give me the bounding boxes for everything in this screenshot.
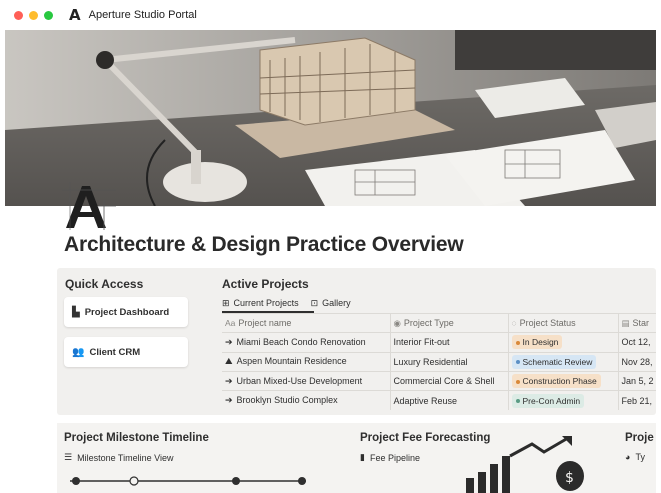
- list-icon: ☰: [64, 452, 73, 462]
- tab-current-projects[interactable]: ⊞ Current Projects: [222, 298, 299, 309]
- close-window-button[interactable]: [14, 10, 23, 20]
- table-row[interactable]: ⛰ Aspen Mountain Residence Luxury Residen…: [222, 351, 656, 372]
- arrow-circle-icon: ➔: [225, 336, 233, 347]
- tab-gallery-label: Gallery: [322, 298, 351, 308]
- milestone-dot: [72, 477, 80, 485]
- fee-growth-icon: $: [466, 436, 584, 493]
- start-date-cell[interactable]: Jan 5, 2: [618, 370, 656, 391]
- project-name: Miami Beach Condo Renovation: [236, 336, 366, 347]
- project-name-cell[interactable]: ⛰ Aspen Mountain Residence: [222, 351, 391, 372]
- calendar-icon: ▤: [621, 317, 630, 328]
- milestone-dot: [232, 477, 240, 485]
- column-label: Project Type: [403, 317, 454, 328]
- fee-pipeline-label: Fee Pipeline: [369, 452, 420, 463]
- dashboard-icon: ▙: [72, 306, 80, 318]
- column-header-start[interactable]: ▤ Star: [618, 312, 656, 333]
- fee-pipeline-view-tab[interactable]: ▮ Fee Pipeline: [360, 452, 420, 463]
- project-type-cell[interactable]: Luxury Residential: [390, 351, 509, 372]
- project-type-cell[interactable]: Adaptive Reuse: [390, 390, 509, 410]
- start-date-cell[interactable]: Nov 28,: [618, 351, 656, 372]
- cover-image: [5, 30, 656, 206]
- column-header-project-status[interactable]: ◌ Project Status: [508, 312, 619, 333]
- status-badge: Construction Phase: [511, 374, 601, 389]
- project-status-cell[interactable]: Construction Phase: [508, 370, 619, 391]
- project-name: Brooklyn Studio Complex: [236, 395, 338, 406]
- third-panel-heading: Proje: [625, 432, 654, 444]
- arrow-circle-icon: ➔: [225, 375, 233, 386]
- client-crm-label: Client CRM: [89, 346, 141, 358]
- project-name-cell[interactable]: ➔ Brooklyn Studio Complex: [222, 390, 391, 410]
- timeline-track: [70, 476, 306, 486]
- app-logo: A: [69, 6, 81, 24]
- start-date-cell[interactable]: Feb 21,: [618, 390, 656, 410]
- select-icon: ◉: [393, 317, 401, 328]
- window-title: Aperture Studio Portal: [88, 9, 197, 21]
- milestone-dot: [298, 477, 306, 485]
- table-row[interactable]: ➔ Urban Mixed-Use Development Commercial …: [222, 370, 656, 391]
- people-icon: 👥: [72, 346, 85, 358]
- milestone-timeline-heading: Project Milestone Timeline: [64, 432, 209, 444]
- table-icon: ⊞: [222, 297, 230, 308]
- text-property-icon: Aa: [225, 318, 236, 329]
- view-tabs: ⊞ Current Projects ⊡ Gallery: [222, 295, 363, 311]
- status-badge: Schematic Review: [511, 354, 597, 369]
- project-type-cell[interactable]: Commercial Core & Shell: [390, 370, 509, 391]
- gallery-icon: ⊡: [310, 297, 319, 308]
- project-name: Urban Mixed-Use Development: [236, 375, 363, 386]
- quick-access-heading: Quick Access: [65, 277, 144, 291]
- start-date-cell[interactable]: Oct 12,: [618, 332, 656, 353]
- milestone-timeline-view-label: Milestone Timeline View: [77, 452, 174, 463]
- status-badge: In Design: [511, 335, 563, 350]
- project-name: Aspen Mountain Residence: [236, 356, 347, 367]
- project-name-cell[interactable]: ➔ Urban Mixed-Use Development: [222, 370, 391, 391]
- bar-chart-icon: ▮: [360, 452, 365, 462]
- column-header-project-name[interactable]: Aa Project name: [222, 312, 391, 333]
- project-name-cell[interactable]: ➔ Miami Beach Condo Renovation: [222, 332, 391, 353]
- project-type-cell[interactable]: Interior Fit-out: [390, 332, 509, 353]
- column-label: Project Status: [519, 318, 576, 329]
- table-header-row: Aa Project name ◉ Project Type ◌ Project St…: [222, 312, 656, 333]
- minimize-window-button[interactable]: [29, 10, 38, 20]
- milestone-timeline-view-tab[interactable]: ☰ Milestone Timeline View: [64, 452, 173, 463]
- status-label: Construction Phase: [522, 376, 597, 387]
- milestone-dot: [129, 476, 139, 486]
- svg-text:$: $: [565, 470, 574, 486]
- projects-table: Aa Project name ◉ Project Type ◌ Project St…: [222, 312, 656, 410]
- project-status-cell[interactable]: Pre-Con Admin: [508, 390, 619, 410]
- project-status-cell[interactable]: In Design: [508, 332, 619, 353]
- project-dashboard-label: Project Dashboard: [84, 306, 170, 318]
- status-label: Schematic Review: [522, 356, 593, 367]
- project-dashboard-button[interactable]: ▙ Project Dashboard: [64, 297, 188, 327]
- third-panel-view-label: Ty: [635, 452, 645, 462]
- client-crm-button[interactable]: 👥 Client CRM: [64, 337, 188, 367]
- column-label: Star: [632, 317, 650, 328]
- pie-icon: ◕: [625, 452, 631, 462]
- status-icon: ◌: [511, 318, 517, 329]
- status-label: In Design: [522, 337, 559, 348]
- active-projects-heading: Active Projects: [222, 277, 309, 291]
- page-title: Architecture & Design Practice Overview: [64, 233, 464, 256]
- status-badge: Pre-Con Admin: [511, 393, 585, 408]
- arrow-circle-icon: ➔: [225, 395, 233, 406]
- status-label: Pre-Con Admin: [522, 395, 581, 406]
- project-status-cell[interactable]: Schematic Review: [508, 351, 619, 372]
- column-label: Project name: [238, 318, 292, 329]
- table-row[interactable]: ➔ Miami Beach Condo Renovation Interior F…: [222, 332, 656, 353]
- mountain-icon: ⛰: [225, 356, 233, 367]
- architect-a-logo-icon: [62, 182, 116, 230]
- tab-current-projects-label: Current Projects: [233, 298, 299, 308]
- tab-gallery[interactable]: ⊡ Gallery: [311, 298, 351, 309]
- maximize-window-button[interactable]: [44, 10, 53, 20]
- table-row[interactable]: ➔ Brooklyn Studio Complex Adaptive Reuse …: [222, 390, 656, 410]
- window-titlebar: A Aperture Studio Portal: [0, 0, 661, 30]
- third-panel-view-tab[interactable]: ◕ Ty: [625, 452, 645, 462]
- column-header-project-type[interactable]: ◉ Project Type: [390, 312, 509, 333]
